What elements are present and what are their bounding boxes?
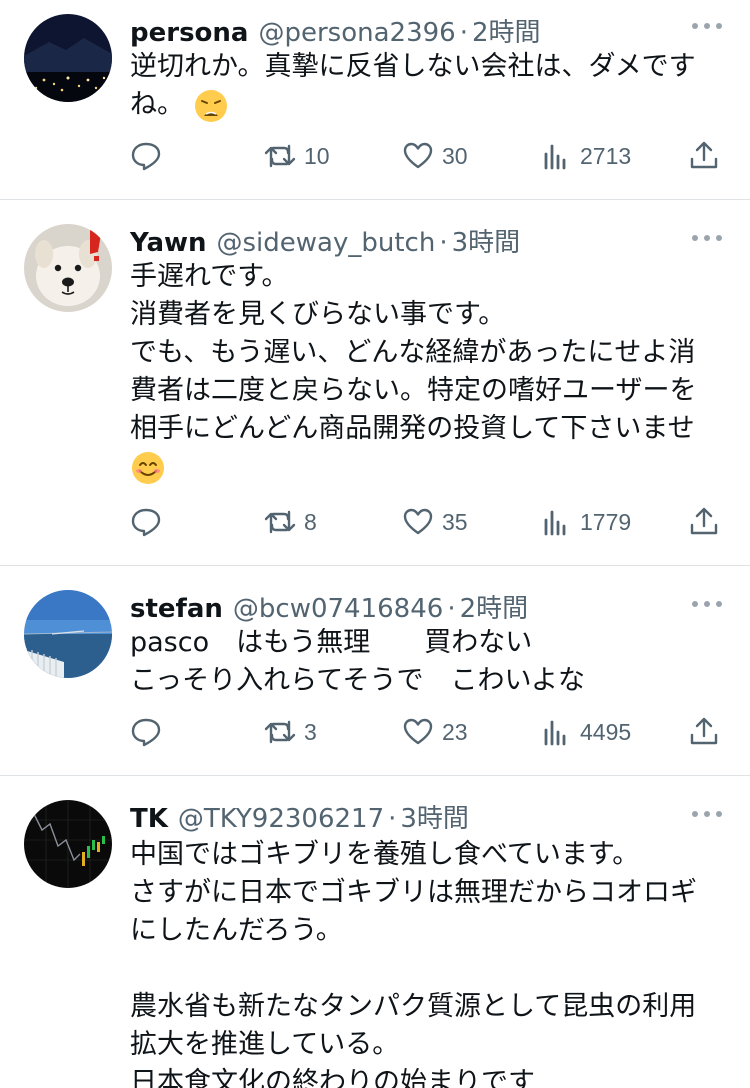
tweet-header: persona @persona2396 · 2時間	[130, 12, 541, 48]
reply-button[interactable]	[130, 712, 170, 752]
text-line: 費者は二度と戻らない。特定の嗜好ユーザーを	[130, 375, 697, 406]
views-count: 4495	[580, 718, 632, 745]
retweet-button[interactable]: 8	[264, 502, 317, 542]
reply-icon	[131, 508, 161, 537]
retweet-icon	[264, 144, 296, 168]
avatar[interactable]	[24, 224, 112, 312]
text-line: でも、もう遅い、どんな経緯があったにせよ消	[130, 337, 696, 368]
views-icon	[544, 720, 566, 746]
more-options-icon[interactable]	[692, 16, 722, 36]
avatar[interactable]	[24, 14, 112, 102]
timestamp[interactable]: 2時間	[472, 12, 541, 49]
text-line: ね。	[130, 86, 730, 124]
text-line: にしたんだろう。	[130, 915, 343, 946]
separator-dot: ·	[459, 18, 468, 48]
display-name[interactable]: stefan	[130, 594, 223, 624]
tweet-item[interactable]: stefan @bcw07416846 · 2時間 pasco はもう無理 買わ…	[0, 566, 750, 776]
display-name[interactable]: persona	[130, 18, 248, 48]
share-icon	[690, 141, 718, 169]
weary-face-emoji	[194, 89, 227, 122]
text-line	[130, 950, 730, 988]
text-line: 拡大を推進している。	[130, 1029, 400, 1060]
tweet-header: stefan @bcw07416846 · 2時間	[130, 588, 528, 624]
like-count: 23	[442, 718, 468, 745]
retweet-icon	[264, 510, 296, 534]
retweet-count: 3	[304, 718, 317, 745]
tweet-item[interactable]: persona @persona2396 · 2時間 逆切れか。真摯に反省しない…	[0, 0, 750, 200]
views-count: 1779	[580, 508, 632, 535]
separator-dot: ·	[388, 804, 397, 834]
text-line: 消費者を見くびらない事です。	[130, 299, 506, 330]
views-count: 2713	[580, 142, 632, 169]
tweet-item[interactable]: Yawn @sideway_butch · 3時間 手遅れです。 消費者を見くび…	[0, 200, 750, 566]
like-count: 35	[442, 508, 468, 535]
text-line: 中国ではゴキブリを養殖し食べています。	[130, 839, 640, 870]
display-name[interactable]: Yawn	[130, 228, 207, 258]
retweet-icon	[264, 720, 296, 744]
user-handle[interactable]: @bcw07416846	[233, 594, 443, 624]
views-button[interactable]: 1779	[540, 502, 631, 542]
retweet-count: 10	[304, 142, 330, 169]
timestamp[interactable]: 3時間	[400, 798, 469, 835]
action-bar: 10 30 2713	[130, 136, 730, 176]
user-handle[interactable]: @sideway_butch	[217, 228, 436, 258]
heart-icon	[403, 508, 433, 535]
user-handle[interactable]: @TKY92306217	[178, 804, 384, 834]
tweet-text: 中国ではゴキブリを養殖し食べています。 さすがに日本でゴキブリは無理だからコオロ…	[130, 836, 730, 1088]
avatar[interactable]	[24, 590, 112, 678]
separator-dot: ·	[447, 594, 456, 624]
share-icon	[690, 507, 718, 535]
views-button[interactable]: 4495	[540, 712, 631, 752]
avatar[interactable]	[24, 800, 112, 888]
reply-feed: persona @persona2396 · 2時間 逆切れか。真摯に反省しない…	[0, 0, 750, 1088]
text-line: 農水省も新たなタンパク質源として昆虫の利用	[130, 991, 697, 1022]
timestamp[interactable]: 2時間	[460, 588, 529, 625]
more-options-icon[interactable]	[692, 228, 722, 248]
action-bar: 3 23 4495	[130, 712, 730, 752]
text-line	[130, 448, 730, 486]
more-options-icon[interactable]	[692, 804, 722, 824]
share-button[interactable]	[688, 712, 720, 752]
separator-dot: ·	[439, 228, 448, 258]
tweet-item[interactable]: TK @TKY92306217 · 3時間 中国ではゴキブリを養殖し食べています…	[0, 776, 750, 1088]
like-button[interactable]: 35	[402, 502, 468, 542]
tweet-header: TK @TKY92306217 · 3時間	[130, 798, 469, 834]
heart-icon	[403, 142, 433, 169]
retweet-count: 8	[304, 508, 317, 535]
retweet-button[interactable]: 3	[264, 712, 317, 752]
views-button[interactable]: 2713	[540, 136, 631, 176]
action-bar: 8 35 1779	[130, 502, 730, 542]
reply-button[interactable]	[130, 502, 170, 542]
display-name[interactable]: TK	[130, 804, 168, 834]
like-button[interactable]: 30	[402, 136, 468, 176]
more-options-icon[interactable]	[692, 594, 722, 614]
text-line: 日本食文化の終わりの始まりです	[130, 1067, 535, 1088]
reply-icon	[131, 718, 161, 747]
user-handle[interactable]: @persona2396	[258, 18, 455, 48]
text-line: pasco はもう無理 買わない	[130, 627, 533, 658]
text-line: 手遅れです。	[130, 261, 289, 292]
text-segment: ね。	[130, 89, 184, 120]
text-line: こっそり入れらてそうで こわいよな	[130, 665, 585, 696]
like-count: 30	[442, 142, 468, 169]
text-line: 逆切れか。真摯に反省しない会社は、ダメです	[130, 51, 696, 82]
text-line: 相手にどんどん商品開発の投資して下さいませ	[130, 413, 695, 444]
text-line: さすがに日本でゴキブリは無理だからコオロギ	[130, 877, 697, 908]
share-button[interactable]	[688, 136, 720, 176]
tweet-header: Yawn @sideway_butch · 3時間	[130, 222, 520, 258]
tweet-text: 手遅れです。 消費者を見くびらない事です。 でも、もう遅い、どんな経緯があったに…	[130, 258, 730, 486]
reply-button[interactable]	[130, 136, 170, 176]
share-icon	[690, 717, 718, 745]
like-button[interactable]: 23	[402, 712, 468, 752]
views-icon	[544, 510, 566, 536]
timestamp[interactable]: 3時間	[452, 222, 521, 259]
views-icon	[544, 144, 566, 170]
tweet-text: pasco はもう無理 買わない こっそり入れらてそうで こわいよな	[130, 624, 730, 700]
share-button[interactable]	[688, 502, 720, 542]
reply-icon	[131, 142, 161, 171]
retweet-button[interactable]: 10	[264, 136, 330, 176]
tweet-text: 逆切れか。真摯に反省しない会社は、ダメです ね。	[130, 48, 730, 124]
heart-icon	[403, 718, 433, 745]
smiling-face-emoji	[132, 451, 164, 484]
